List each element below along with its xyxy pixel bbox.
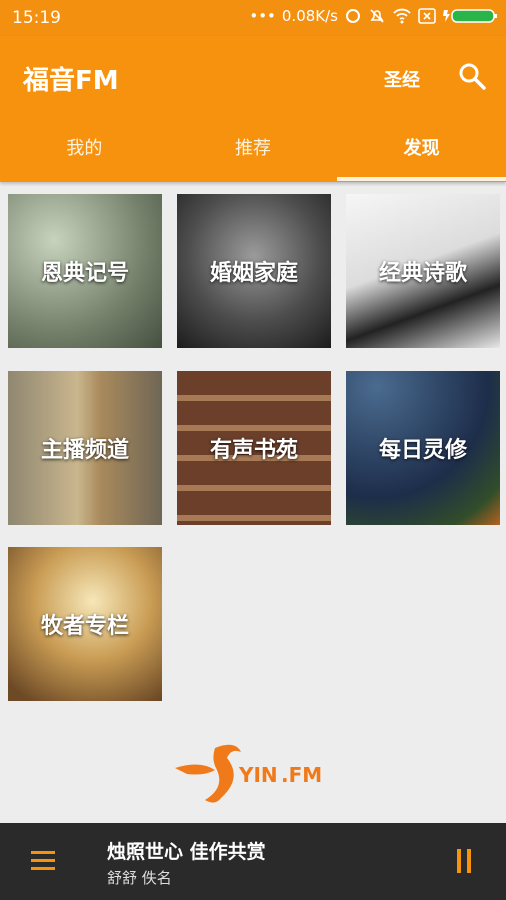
playlist-menu-icon[interactable] (31, 851, 55, 871)
song-title: 烛照世心 佳作共赏 (107, 841, 266, 863)
status-bar: 15:19 ••• 0.08K/s (0, 0, 506, 36)
category-tile-audiobooks[interactable]: 有声书苑 (177, 371, 331, 525)
category-tile-grace[interactable]: 恩典记号 (8, 194, 162, 348)
network-speed: 0.08K/s (281, 7, 338, 25)
category-label: 每日灵修 (378, 438, 467, 463)
svg-text:YIN: YIN (238, 763, 278, 787)
category-tile-devotion[interactable]: 每日灵修 (346, 371, 500, 525)
category-label: 经典诗歌 (378, 261, 467, 286)
category-tile-pastors[interactable]: 牧者专栏 (8, 547, 162, 701)
status-icons: ••• 0.08K/s (249, 7, 498, 25)
status-time: 15:19 (12, 8, 61, 28)
category-tile-hymns[interactable]: 经典诗歌 (346, 194, 500, 348)
app-bar: 福音FM 圣经 我的 推荐 发现 (0, 36, 506, 182)
tab-recommend[interactable]: 推荐 (169, 124, 338, 180)
pause-icon[interactable] (455, 849, 473, 873)
sync-icon (346, 9, 360, 23)
category-tile-marriage[interactable]: 婚姻家庭 (177, 194, 331, 348)
category-label: 主播频道 (40, 438, 129, 463)
battery-icon (443, 9, 497, 23)
category-label: 婚姻家庭 (209, 261, 298, 286)
fuyin-logo: YIN .FM (175, 738, 335, 808)
song-artist: 舒舒 佚名 (107, 869, 172, 887)
wifi-icon (393, 8, 411, 24)
tab-bar: 我的 推荐 发现 (0, 124, 506, 181)
logo-bird-icon: YIN .FM (175, 744, 322, 803)
mute-bell-icon (370, 9, 384, 23)
search-icon[interactable] (457, 61, 487, 91)
category-tile-hosts[interactable]: 主播频道 (8, 371, 162, 525)
sim-icon (418, 8, 436, 24)
tab-discover[interactable]: 发现 (337, 124, 506, 181)
tab-mine[interactable]: 我的 (0, 124, 169, 180)
svg-text:.FM: .FM (281, 763, 322, 787)
bible-button[interactable]: 圣经 (384, 66, 420, 92)
category-label: 有声书苑 (209, 438, 298, 463)
category-label: 恩典记号 (40, 261, 129, 286)
more-icon: ••• (249, 7, 276, 25)
mini-player[interactable]: 烛照世心 佳作共赏 舒舒 佚名 (0, 823, 506, 900)
category-label: 牧者专栏 (40, 614, 129, 639)
app-title: 福音FM (23, 66, 119, 96)
